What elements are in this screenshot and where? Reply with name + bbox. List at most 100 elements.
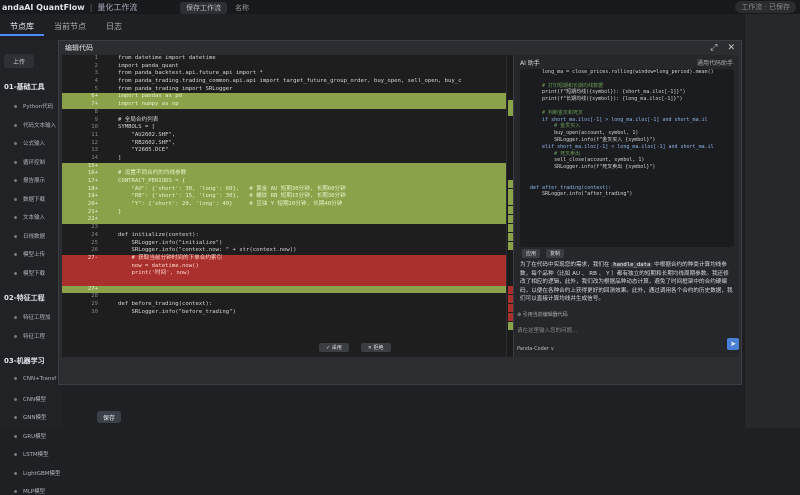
sidebar-item[interactable]: 数据下载: [14, 195, 45, 203]
sidebar-item[interactable]: 模型上传: [14, 250, 45, 258]
code-line[interactable]: 25 SRLogger.info("initialize"): [62, 240, 506, 248]
added-code-line[interactable]: 20+ "Y": {'short': 20, 'long': 40} # 豆油 …: [62, 201, 506, 209]
coder-model-select[interactable]: Panda-Coder ∨: [517, 346, 554, 352]
line-number: 15+: [87, 162, 98, 169]
sidebar-category[interactable]: 03-机器学习: [4, 356, 45, 366]
code-line[interactable]: 10 SYMBOLS = [: [62, 124, 506, 132]
code-line[interactable]: 29 def before_trading(context):: [62, 301, 506, 309]
workflow-canvas[interactable]: [745, 14, 800, 428]
line-number: 21+: [87, 208, 98, 215]
copy-code-button[interactable]: 复制: [546, 249, 565, 258]
tab-current-node[interactable]: 当前节点: [44, 18, 96, 36]
send-icon[interactable]: ➤: [727, 338, 739, 350]
sidebar-item[interactable]: LSTM模型: [14, 450, 49, 458]
assistant-model-select[interactable]: 通用代码助手: [697, 58, 733, 67]
code-text: from datetime import datetime: [118, 55, 216, 61]
line-number: 28: [91, 293, 98, 300]
sidebar-item[interactable]: GNN模型: [14, 413, 47, 421]
sidebar-item[interactable]: 特征工程: [14, 332, 45, 340]
assistant-code-line: # 死叉卖出: [530, 150, 581, 157]
code-line[interactable]: 2 import panda_quant: [62, 63, 506, 71]
added-code-line[interactable]: 19+ "RB": {'short': 15, 'long': 30}, # 螺…: [62, 193, 506, 202]
added-code-line[interactable]: 27+: [62, 285, 506, 294]
sidebar-item[interactable]: 公式输入: [14, 139, 45, 147]
code-line[interactable]: 28: [62, 293, 506, 301]
explanation-text-post: 中根据合约的种类计算均线参数，每个品种（比如 AU 、 RB 、 Y ）都有独立…: [520, 262, 733, 303]
code-line[interactable]: 9 # 全局合约列表: [62, 117, 506, 125]
line-number: 6+: [91, 93, 98, 100]
attach-label: 引用当前编辑器代码: [522, 312, 568, 318]
code-line[interactable]: 24 def initialize(context):: [62, 232, 506, 240]
code-editor[interactable]: 1 from datetime import datetime 2 import pa…: [62, 55, 506, 357]
code-line[interactable]: 14]: [62, 155, 506, 163]
apply-code-button[interactable]: 应用: [522, 249, 541, 258]
header-mid: 保存工作流 名称: [180, 2, 249, 14]
sidebar-item[interactable]: CNN+Transf: [14, 376, 56, 382]
code-line[interactable]: 1 from datetime import datetime: [62, 55, 506, 63]
expand-icon[interactable]: ⤢: [710, 43, 717, 53]
added-code-line[interactable]: 7+ import numpy as np: [62, 101, 506, 109]
code-line[interactable]: 23: [62, 224, 506, 232]
assistant-code-line: SRLogger.info(f"死叉卖出 {symbol}"): [530, 164, 656, 171]
title-separator: |: [89, 2, 93, 12]
sidebar-item[interactable]: 模型下载: [14, 269, 45, 277]
reject-diff-button[interactable]: ✕ 拒绝: [360, 343, 391, 352]
tab-logs[interactable]: 日志: [96, 18, 132, 36]
added-code-line[interactable]: 22+: [62, 216, 506, 225]
accept-diff-button[interactable]: ✓ 采用: [319, 343, 349, 352]
code-line[interactable]: 5 from panda_trading import SRLogger: [62, 86, 506, 94]
removed-code-line[interactable]: [62, 277, 506, 286]
assistant-code-line: [520, 76, 734, 83]
code-line[interactable]: 3 from panda_backtest.api.future_api impo…: [62, 70, 506, 78]
added-code-line[interactable]: 16+ # 设置不同合约的均线参数: [62, 170, 506, 178]
sidebar-category[interactable]: 02-特征工程: [4, 293, 45, 303]
line-number: 2: [94, 62, 98, 69]
app-header: andaAI QuantFlow | 量化工作流 保存工作流 名称 工作流 · …: [0, 0, 800, 14]
upload-button[interactable]: 上传: [4, 54, 34, 68]
added-code-line[interactable]: 21+}: [62, 208, 506, 217]
attach-editor-code-toggle[interactable]: ⊕ 引用当前编辑器代码: [517, 311, 568, 318]
save-workflow-button[interactable]: 保存工作流: [180, 2, 227, 14]
sidebar-item[interactable]: GRU模型: [14, 432, 46, 440]
removed-code-line[interactable]: print('时间', now): [62, 270, 506, 278]
code-line[interactable]: 8: [62, 109, 506, 117]
added-code-line[interactable]: 6+ import pandas as pd: [62, 93, 506, 102]
sidebar-item[interactable]: CNN模型: [14, 395, 46, 403]
sidebar-item[interactable]: 文本输入: [14, 213, 45, 221]
line-number: 7+: [91, 101, 98, 108]
assistant-code-line: elif short_ma.iloc[-1] < long_ma.iloc[-1…: [530, 143, 714, 150]
line-number: 9: [94, 116, 98, 123]
sidebar-item[interactable]: 循环控制: [14, 158, 45, 166]
code-line[interactable]: 30 SRLogger.info("before_trading"): [62, 309, 506, 317]
close-icon[interactable]: ✕: [727, 43, 735, 53]
line-number: 24: [91, 231, 98, 238]
assistant-code-line: [520, 103, 734, 110]
assistant-input[interactable]: 请在这里输入您的问题...: [517, 326, 577, 334]
code-line[interactable]: 12 "RB2602.SHF",: [62, 140, 506, 148]
code-line[interactable]: 26 SRLogger.info("context.now: " + str(c…: [62, 247, 506, 255]
sidebar-item[interactable]: Python代码: [14, 102, 53, 110]
assistant-code-line: print(f"长期均线({symbol}): {long_ma.iloc[-1…: [530, 96, 683, 103]
line-number: 22+: [87, 216, 98, 223]
sidebar-item[interactable]: MLP模型: [14, 487, 45, 495]
sidebar-category[interactable]: 01-基础工具: [4, 82, 45, 92]
code-text: CONTRACT_PERIODS = {: [118, 178, 186, 184]
app-subtitle: 量化工作流: [97, 2, 138, 12]
code-line[interactable]: 11 "AU2602.SHF",: [62, 132, 506, 140]
added-code-line[interactable]: 17+ CONTRACT_PERIODS = {: [62, 178, 506, 186]
tab-node-library[interactable]: 节点库: [0, 18, 44, 36]
line-number: 27+: [87, 285, 98, 292]
sidebar-item[interactable]: 日线数据: [14, 232, 45, 240]
sidebar-item[interactable]: 代码文本输入: [14, 121, 56, 129]
code-text: def initialize(context):: [118, 231, 199, 238]
workflow-name[interactable]: 名称: [235, 3, 249, 13]
sidebar-item[interactable]: LightGBM模型: [14, 469, 61, 477]
code-text: SRLogger.info("initialize"): [118, 239, 223, 246]
removed-code-line[interactable]: 27- # 获取当前分钟时间的下单合约索引: [62, 254, 506, 263]
code-line[interactable]: 4 from panda_trading.trading_common.api.a…: [62, 78, 506, 86]
sidebar-item[interactable]: 报告展示: [14, 176, 45, 184]
save-button[interactable]: 保存: [97, 411, 121, 423]
code-line[interactable]: 13 "Y2605.DCE": [62, 147, 506, 155]
sidebar-item[interactable]: 特征工程加: [14, 313, 51, 321]
workflow-status[interactable]: 工作流 · 已保存: [735, 1, 796, 13]
